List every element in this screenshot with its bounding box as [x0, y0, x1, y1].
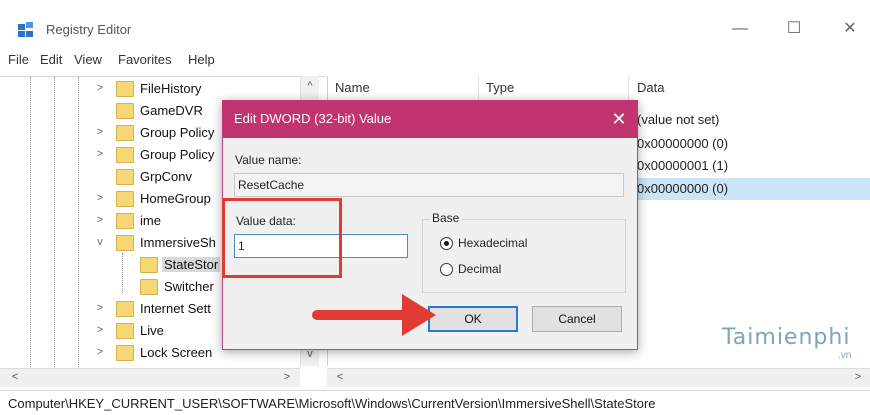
hexadecimal-radio[interactable] [440, 237, 453, 250]
column-separator[interactable] [478, 76, 479, 100]
expand-chevron-icon[interactable]: > [94, 148, 106, 160]
dialog-close-icon[interactable]: ✕ [606, 106, 632, 132]
folder-icon [116, 81, 134, 97]
folder-icon [116, 345, 134, 361]
scroll-left-icon[interactable]: < [331, 371, 349, 383]
ok-button[interactable]: OK [428, 306, 518, 332]
value-data-cell[interactable]: 0x00000001 (1) [637, 158, 728, 173]
column-header-data[interactable]: Data [637, 80, 664, 95]
decimal-radio-label[interactable]: Decimal [458, 262, 501, 276]
value-data-cell[interactable]: (value not set) [637, 112, 719, 127]
tree-item-label: ImmersiveSh [140, 235, 216, 250]
tree-item-label: GameDVR [140, 103, 203, 118]
folder-icon [116, 191, 134, 207]
hexadecimal-radio-label[interactable]: Hexadecimal [458, 236, 527, 250]
expand-chevron-icon[interactable]: > [94, 324, 106, 336]
tree-item-label: Group Policy [140, 147, 215, 162]
menu-file[interactable]: File [8, 52, 29, 67]
menu-favorites[interactable]: Favorites [118, 52, 171, 67]
menu-help[interactable]: Help [188, 52, 215, 67]
folder-icon [140, 257, 158, 273]
cancel-button[interactable]: Cancel [532, 306, 622, 332]
dialog-title: Edit DWORD (32-bit) Value [234, 111, 392, 126]
tree-item-label: HomeGroup [140, 191, 211, 206]
tree-item-label: StateStor [162, 257, 221, 272]
base-group-label: Base [430, 211, 462, 225]
menu-view[interactable]: View [74, 52, 102, 67]
tree-item-label: ime [140, 213, 161, 228]
folder-icon [116, 323, 134, 339]
tree-item-label: Internet Sett [140, 301, 211, 316]
list-horizontal-scrollbar[interactable]: < > [327, 368, 870, 387]
folder-icon [116, 213, 134, 229]
value-name-field[interactable] [234, 173, 624, 197]
folder-icon [140, 279, 158, 295]
folder-icon [116, 147, 134, 163]
expand-chevron-icon[interactable]: > [94, 192, 106, 204]
maximize-button[interactable]: ☐ [774, 14, 814, 44]
tree-item-label: FileHistory [140, 81, 202, 96]
red-arrow-head-icon [402, 294, 436, 336]
scroll-up-icon[interactable]: ^ [301, 80, 319, 92]
watermark-logo: Taimienphi [722, 325, 851, 350]
minimize-button[interactable]: — [720, 14, 760, 44]
value-data-cell[interactable]: 0x00000000 (0) [637, 136, 728, 151]
folder-icon [116, 103, 134, 119]
watermark-suffix: .vn [838, 350, 852, 361]
scroll-left-icon[interactable]: < [6, 371, 24, 383]
column-header-type[interactable]: Type [486, 80, 514, 95]
column-separator[interactable] [628, 76, 629, 100]
value-data-highlight-box [222, 198, 342, 278]
column-header-name[interactable]: Name [335, 80, 370, 95]
expand-chevron-icon[interactable]: > [94, 126, 106, 138]
base-group-box [422, 219, 626, 293]
window-title: Registry Editor [46, 22, 132, 37]
tree-item-label: Switcher [164, 279, 214, 294]
expand-chevron-icon[interactable]: > [94, 82, 106, 94]
folder-icon [116, 125, 134, 141]
tree-horizontal-scrollbar[interactable]: < > [0, 368, 300, 387]
tree-item-label: Lock Screen [140, 345, 213, 360]
collapse-chevron-icon[interactable]: v [94, 236, 106, 248]
folder-open-icon [116, 235, 134, 251]
expand-chevron-icon[interactable]: > [94, 302, 106, 314]
tree-item-label: Live [140, 323, 164, 338]
tree-item-label: Group Policy [140, 125, 215, 140]
scroll-right-icon[interactable]: > [278, 371, 296, 383]
status-path: Computer\HKEY_CURRENT_USER\SOFTWARE\Micr… [8, 396, 656, 411]
value-name-label: Value name: [235, 153, 302, 167]
red-arrow-icon [312, 310, 412, 320]
tree-item-filehistory[interactable]: > FileHistory [0, 79, 310, 101]
scroll-right-icon[interactable]: > [849, 371, 867, 383]
expand-chevron-icon[interactable]: > [94, 214, 106, 226]
decimal-radio[interactable] [440, 263, 453, 276]
tree-item-label: GrpConv [140, 169, 193, 184]
value-data-cell[interactable]: 0x00000000 (0) [637, 181, 728, 196]
folder-icon [116, 169, 134, 185]
expand-chevron-icon[interactable]: > [94, 346, 106, 358]
close-button[interactable]: ✕ [830, 14, 870, 44]
registry-editor-icon [18, 22, 33, 37]
folder-icon [116, 301, 134, 317]
menu-edit[interactable]: Edit [40, 52, 62, 67]
